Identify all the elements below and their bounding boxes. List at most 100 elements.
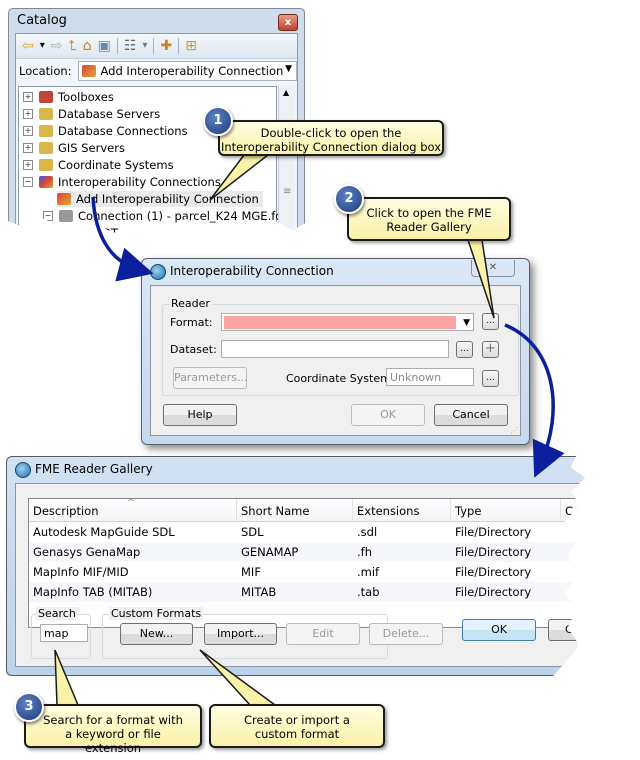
cell-extensions: .fh [357, 545, 372, 559]
edit-format-button[interactable]: Edit [286, 623, 360, 645]
cancel-button[interactable]: Can [548, 619, 586, 641]
scroll-up-icon[interactable]: ▲ [283, 88, 289, 97]
dropdown-arrow-icon[interactable]: ▾ [142, 39, 147, 53]
cell-type: File/Directory [455, 565, 532, 579]
tree-scrollbar[interactable]: ▲ ≡ [278, 86, 295, 233]
add-connection-icon [57, 193, 71, 205]
callout-2-text: Click to open the FME Reader Gallery [366, 206, 492, 234]
cell-short-name: MIF [241, 565, 261, 579]
interoperability-folder-icon [39, 176, 53, 188]
search-input[interactable]: map [40, 624, 88, 642]
expand-icon[interactable]: + [23, 109, 33, 119]
cell-extensions: .sdl [357, 525, 378, 539]
expand-icon[interactable]: + [23, 143, 33, 153]
parameters-button[interactable]: Parameters... [173, 367, 247, 389]
back-arrow-icon[interactable]: ⇦ [22, 39, 34, 53]
dataset-browse-button[interactable]: ... [456, 341, 473, 358]
tree-item-database-connections[interactable]: + Database Connections [23, 123, 188, 139]
location-dropdown[interactable]: Add Interoperability Connection ▼ [77, 61, 297, 81]
catalog-title: Catalog [17, 13, 67, 28]
location-value: Add Interoperability Connection [100, 64, 284, 78]
help-button[interactable]: Help [163, 404, 237, 426]
reader-group-label: Reader [169, 297, 212, 310]
tree-item-label: GIS Servers [58, 141, 125, 155]
dataset-input[interactable] [221, 340, 449, 358]
new-connection-icon[interactable]: ✚ [160, 39, 172, 53]
format-value-highlight [224, 316, 456, 329]
cell-extensions: .mif [357, 565, 380, 579]
tree-item-label: Connection (1) - parcel_K24 MGE.fdl [78, 209, 286, 223]
callout-1: Double-click to open the Interoperabilit… [218, 120, 444, 156]
fme-app-icon [150, 264, 166, 280]
import-format-button[interactable]: Import... [204, 623, 277, 645]
delete-format-button[interactable]: Delete... [369, 623, 443, 645]
sort-ascending-icon: ^ [127, 498, 135, 508]
tree-item-label: LOT_LINES Li [96, 226, 171, 240]
column-header-description[interactable]: Description ^ [29, 498, 237, 521]
close-icon[interactable]: ✕ [471, 260, 515, 277]
expand-icon[interactable]: + [23, 160, 33, 170]
format-dropdown[interactable]: ▼ [221, 313, 474, 331]
new-format-button[interactable]: New... [120, 623, 193, 645]
tree-item-interoperability-connections[interactable]: − Interoperability Connections [23, 174, 221, 190]
custom-formats-label: Custom Formats [109, 607, 204, 620]
interoperability-connection-dialog: Interoperability Connection ✕ Reader For… [141, 258, 530, 445]
close-icon[interactable]: x [278, 14, 298, 31]
tree-item-label: Interoperability Connections [58, 175, 221, 189]
database-server-icon [39, 108, 53, 120]
view-list-icon[interactable]: ☷ [124, 39, 137, 53]
ok-button[interactable]: OK [462, 619, 536, 641]
ok-button[interactable]: OK [351, 404, 425, 426]
tree-item-toolboxes[interactable]: + Toolboxes [23, 89, 114, 105]
connect-folder-icon[interactable]: ▣ [98, 39, 111, 53]
add-dataset-button[interactable]: + [482, 341, 499, 358]
tree-item-connection-1[interactable]: − Connection (1) - parcel_K24 MGE.fdl [43, 208, 286, 224]
chevron-down-icon[interactable]: ▼ [463, 314, 470, 332]
tree-item-lot-lines[interactable]: LOT_LINES Li [77, 225, 171, 240]
resize-grip-icon[interactable]: ⋰ [510, 426, 518, 435]
table-row[interactable]: MapInfo MIF/MID MIF .mif File/Directory [29, 562, 585, 582]
tree-item-label: Database Servers [58, 107, 161, 121]
collapse-icon[interactable]: − [43, 211, 53, 221]
cell-description: MapInfo TAB (MITAB) [33, 585, 153, 599]
feature-class-icon [77, 227, 91, 233]
tree-item-label: Coordinate Systems [58, 158, 174, 172]
tree-item-coordinate-systems[interactable]: + Coordinate Systems [23, 157, 174, 173]
coordinate-system-field[interactable]: Unknown [386, 368, 474, 386]
collapse-icon[interactable]: − [23, 177, 33, 187]
up-one-level-icon[interactable]: ⮤ [69, 39, 77, 53]
tree-view-icon[interactable]: ⊞ [185, 39, 197, 53]
tree-item-database-servers[interactable]: + Database Servers [23, 106, 160, 122]
location-row: Location: Add Interoperability Connectio… [16, 60, 297, 82]
format-label: Format: [170, 316, 213, 329]
connection-icon [59, 210, 73, 222]
callout-3: Search for a format with a keyword or fi… [24, 704, 202, 755]
home-icon[interactable]: ⌂ [83, 39, 92, 53]
table-row[interactable]: MapInfo TAB (MITAB) MITAB .tab File/Dire… [29, 582, 586, 602]
fme-app-icon [15, 462, 31, 478]
table-row[interactable]: Genasys GenaMap GENAMAP .fh File/Directo… [29, 542, 586, 562]
coordinate-system-label: Coordinate System: [286, 372, 395, 385]
format-browse-button[interactable]: ... [482, 313, 499, 330]
table-row[interactable]: Autodesk MapGuide SDL SDL .sdl File/Dire… [29, 522, 585, 542]
toolbar-separator [153, 38, 155, 54]
table-header: Description ^ Short Name Extensions Type … [29, 498, 586, 522]
cell-description: Autodesk MapGuide SDL [33, 525, 175, 539]
location-label: Location: [19, 64, 72, 78]
expand-icon[interactable]: + [23, 92, 33, 102]
coordinate-system-browse-button[interactable]: ... [482, 370, 499, 387]
column-header-type[interactable]: Type [451, 499, 561, 521]
chevron-down-icon[interactable]: ▼ [285, 64, 292, 74]
column-header-short-name[interactable]: Short Name [237, 499, 353, 521]
expand-icon[interactable]: + [23, 126, 33, 136]
dataset-label: Dataset: [170, 343, 217, 356]
dropdown-arrow-icon[interactable]: ▾ [40, 39, 45, 53]
tree-item-add-interoperability-connection[interactable]: Add Interoperability Connection [57, 191, 263, 207]
cancel-button[interactable]: Cancel [434, 404, 508, 426]
column-header-extensions[interactable]: Extensions [353, 499, 451, 521]
catalog-toolbar: ⇦ ▾ ⇨ ⮤ ⌂ ▣ ☷ ▾ ✚ ⊞ [16, 34, 297, 59]
column-header-more[interactable]: C [561, 499, 585, 521]
forward-arrow-icon[interactable]: ⇨ [51, 39, 63, 53]
scroll-thumb-grip-icon[interactable]: ≡ [283, 186, 291, 197]
tree-item-gis-servers[interactable]: + GIS Servers [23, 140, 125, 156]
